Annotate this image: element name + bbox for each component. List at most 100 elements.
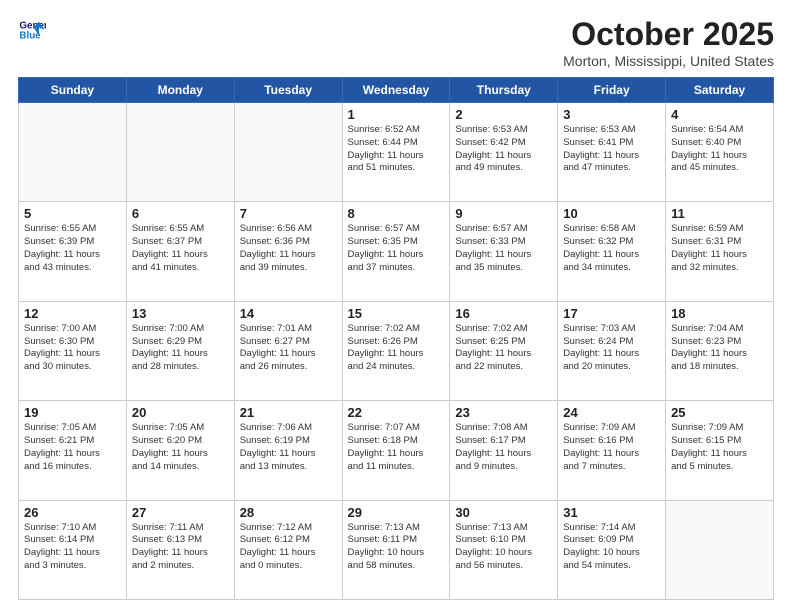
cell-info-line: Sunrise: 6:53 AM [563, 124, 660, 137]
cell-info-line: Daylight: 11 hours [563, 348, 660, 361]
cell-info-line: and 11 minutes. [348, 461, 445, 474]
cell-info-line: and 37 minutes. [348, 262, 445, 275]
cell-info-line: Sunset: 6:17 PM [455, 435, 552, 448]
cell-info-line: Sunset: 6:09 PM [563, 534, 660, 547]
cell-info-line: Sunrise: 6:56 AM [240, 223, 337, 236]
cell-info-line: Sunset: 6:31 PM [671, 236, 768, 249]
cell-info-line: Daylight: 11 hours [671, 448, 768, 461]
week-row-4: 19Sunrise: 7:05 AMSunset: 6:21 PMDayligh… [19, 401, 774, 500]
calendar-cell-w4-d2: 20Sunrise: 7:05 AMSunset: 6:20 PMDayligh… [126, 401, 234, 500]
cell-info-line: and 58 minutes. [348, 560, 445, 573]
cell-info-line: and 43 minutes. [24, 262, 121, 275]
cell-info-line: Sunrise: 7:09 AM [563, 422, 660, 435]
cell-info-line: Sunrise: 7:04 AM [671, 323, 768, 336]
date-number: 26 [24, 505, 121, 520]
date-number: 31 [563, 505, 660, 520]
date-number: 16 [455, 306, 552, 321]
week-row-5: 26Sunrise: 7:10 AMSunset: 6:14 PMDayligh… [19, 500, 774, 599]
cell-info-line: Sunset: 6:32 PM [563, 236, 660, 249]
calendar-cell-w4-d4: 22Sunrise: 7:07 AMSunset: 6:18 PMDayligh… [342, 401, 450, 500]
date-number: 22 [348, 405, 445, 420]
cell-info-line: Sunrise: 7:00 AM [24, 323, 121, 336]
cell-info-line: Sunrise: 7:02 AM [348, 323, 445, 336]
cell-info-line: Sunset: 6:10 PM [455, 534, 552, 547]
calendar-cell-w1-d5: 2Sunrise: 6:53 AMSunset: 6:42 PMDaylight… [450, 103, 558, 202]
cell-info-line: and 14 minutes. [132, 461, 229, 474]
calendar-cell-w3-d1: 12Sunrise: 7:00 AMSunset: 6:30 PMDayligh… [19, 301, 127, 400]
cell-info-line: Daylight: 11 hours [240, 547, 337, 560]
calendar-cell-w3-d5: 16Sunrise: 7:02 AMSunset: 6:25 PMDayligh… [450, 301, 558, 400]
cell-info-line: Daylight: 11 hours [132, 249, 229, 262]
date-number: 30 [455, 505, 552, 520]
cell-info-line: and 35 minutes. [455, 262, 552, 275]
cell-info-line: Daylight: 11 hours [132, 348, 229, 361]
cell-info-line: Sunset: 6:26 PM [348, 336, 445, 349]
cell-info-line: Sunset: 6:36 PM [240, 236, 337, 249]
cell-info-line: Daylight: 10 hours [455, 547, 552, 560]
date-number: 24 [563, 405, 660, 420]
cell-info-line: Daylight: 10 hours [348, 547, 445, 560]
date-number: 23 [455, 405, 552, 420]
cell-info-line: and 47 minutes. [563, 162, 660, 175]
calendar-cell-w2-d4: 8Sunrise: 6:57 AMSunset: 6:35 PMDaylight… [342, 202, 450, 301]
cell-info-line: and 49 minutes. [455, 162, 552, 175]
cell-info-line: Daylight: 11 hours [132, 547, 229, 560]
title-block: October 2025 Morton, Mississippi, United… [563, 16, 774, 69]
cell-info-line: and 41 minutes. [132, 262, 229, 275]
cell-info-line: Sunset: 6:41 PM [563, 137, 660, 150]
calendar-cell-w1-d1 [19, 103, 127, 202]
cell-info-line: Daylight: 11 hours [455, 150, 552, 163]
date-number: 14 [240, 306, 337, 321]
calendar-cell-w5-d6: 31Sunrise: 7:14 AMSunset: 6:09 PMDayligh… [558, 500, 666, 599]
date-number: 3 [563, 107, 660, 122]
cell-info-line: Sunrise: 7:09 AM [671, 422, 768, 435]
location: Morton, Mississippi, United States [563, 53, 774, 69]
cell-info-line: Sunrise: 7:12 AM [240, 522, 337, 535]
cell-info-line: and 24 minutes. [348, 361, 445, 374]
cell-info-line: Daylight: 11 hours [24, 448, 121, 461]
cell-info-line: Sunset: 6:20 PM [132, 435, 229, 448]
page: General Blue October 2025 Morton, Missis… [0, 0, 792, 612]
date-number: 28 [240, 505, 337, 520]
date-number: 1 [348, 107, 445, 122]
logo-icon: General Blue [18, 16, 46, 44]
date-number: 20 [132, 405, 229, 420]
cell-info-line: Sunrise: 7:07 AM [348, 422, 445, 435]
cell-info-line: Sunset: 6:21 PM [24, 435, 121, 448]
weekday-header-monday: Monday [126, 78, 234, 103]
cell-info-line: Sunset: 6:35 PM [348, 236, 445, 249]
week-row-1: 1Sunrise: 6:52 AMSunset: 6:44 PMDaylight… [19, 103, 774, 202]
calendar-cell-w3-d6: 17Sunrise: 7:03 AMSunset: 6:24 PMDayligh… [558, 301, 666, 400]
date-number: 12 [24, 306, 121, 321]
calendar-cell-w2-d1: 5Sunrise: 6:55 AMSunset: 6:39 PMDaylight… [19, 202, 127, 301]
calendar-cell-w5-d4: 29Sunrise: 7:13 AMSunset: 6:11 PMDayligh… [342, 500, 450, 599]
date-number: 19 [24, 405, 121, 420]
cell-info-line: Sunset: 6:13 PM [132, 534, 229, 547]
cell-info-line: and 26 minutes. [240, 361, 337, 374]
calendar-cell-w3-d4: 15Sunrise: 7:02 AMSunset: 6:26 PMDayligh… [342, 301, 450, 400]
cell-info-line: Daylight: 11 hours [240, 249, 337, 262]
cell-info-line: and 32 minutes. [671, 262, 768, 275]
week-row-2: 5Sunrise: 6:55 AMSunset: 6:39 PMDaylight… [19, 202, 774, 301]
cell-info-line: Daylight: 11 hours [24, 249, 121, 262]
cell-info-line: and 18 minutes. [671, 361, 768, 374]
cell-info-line: Sunrise: 7:00 AM [132, 323, 229, 336]
date-number: 18 [671, 306, 768, 321]
cell-info-line: Sunrise: 6:54 AM [671, 124, 768, 137]
date-number: 5 [24, 206, 121, 221]
cell-info-line: Daylight: 11 hours [348, 150, 445, 163]
calendar-cell-w1-d3 [234, 103, 342, 202]
cell-info-line: Sunset: 6:23 PM [671, 336, 768, 349]
cell-info-line: and 9 minutes. [455, 461, 552, 474]
cell-info-line: Daylight: 11 hours [455, 348, 552, 361]
calendar-cell-w5-d5: 30Sunrise: 7:13 AMSunset: 6:10 PMDayligh… [450, 500, 558, 599]
cell-info-line: and 39 minutes. [240, 262, 337, 275]
calendar-cell-w1-d2 [126, 103, 234, 202]
date-number: 2 [455, 107, 552, 122]
calendar-cell-w4-d3: 21Sunrise: 7:06 AMSunset: 6:19 PMDayligh… [234, 401, 342, 500]
cell-info-line: and 7 minutes. [563, 461, 660, 474]
calendar-cell-w2-d3: 7Sunrise: 6:56 AMSunset: 6:36 PMDaylight… [234, 202, 342, 301]
cell-info-line: Sunrise: 7:05 AM [132, 422, 229, 435]
cell-info-line: Sunrise: 6:57 AM [455, 223, 552, 236]
cell-info-line: and 54 minutes. [563, 560, 660, 573]
